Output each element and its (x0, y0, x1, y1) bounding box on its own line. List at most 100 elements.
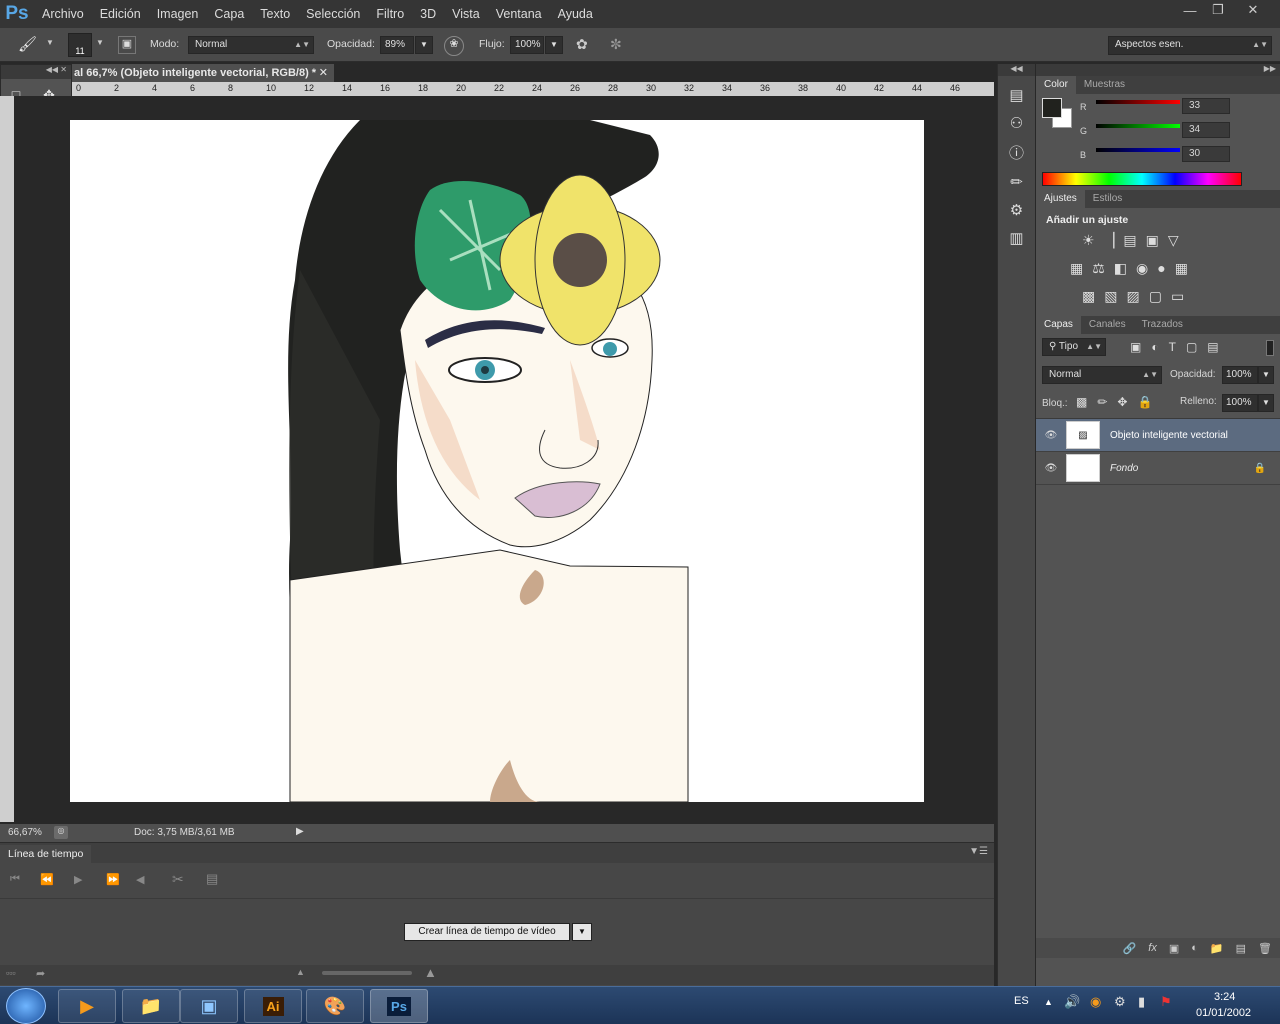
b-value[interactable]: 30 (1182, 146, 1230, 162)
layer-row-smart-object[interactable]: 👁 ▨ Objeto inteligente vectorial (1036, 419, 1280, 452)
visibility-eye-icon[interactable]: 👁 (1036, 430, 1066, 441)
start-button[interactable] (6, 988, 46, 1024)
tab-adjustments[interactable]: Ajustes (1036, 190, 1085, 208)
lock-position-icon[interactable]: ✥ (1117, 395, 1127, 409)
add-mask-icon[interactable]: ▣ (1169, 942, 1179, 955)
brush-settings-icon[interactable]: ⚙ (1010, 201, 1023, 219)
layer-opacity-dropdown[interactable]: ▼ (1258, 366, 1274, 384)
document-canvas[interactable] (70, 120, 924, 802)
collapse-icon[interactable]: ◀◀ (998, 64, 1035, 76)
threshold-icon[interactable]: ▨ (1126, 288, 1139, 305)
info-icon[interactable]: ⓘ (1009, 142, 1024, 163)
curves-icon[interactable]: ▤ (1123, 232, 1136, 249)
delete-layer-icon[interactable]: 🗑 (1258, 942, 1272, 955)
lock-all-icon[interactable]: 🔒 (1137, 395, 1152, 409)
filter-toggle[interactable] (1266, 340, 1274, 356)
menu-item[interactable]: Capa (206, 0, 252, 28)
audio-icon[interactable]: ◀ (136, 873, 144, 886)
layer-style-icon[interactable]: fx (1148, 942, 1157, 954)
lock-transparent-icon[interactable]: ▩ (1076, 395, 1087, 409)
menu-item[interactable]: Archivo (34, 0, 92, 28)
photoshop-taskbar-icon[interactable]: Ps (370, 989, 428, 1023)
photo-viewer-icon[interactable]: ▣ (180, 989, 238, 1023)
gradient-map-icon[interactable]: ▭ (1171, 288, 1184, 305)
previous-frame-icon[interactable]: ⏪ (40, 873, 54, 886)
tab-color[interactable]: Color (1036, 76, 1076, 94)
properties-icon[interactable]: ⚇ (1010, 114, 1023, 132)
create-video-timeline-button[interactable]: Crear línea de tiempo de vídeo (404, 923, 570, 941)
go-to-first-frame-icon[interactable]: ⏮ (10, 873, 20, 886)
exposure-icon[interactable]: ▣ (1146, 232, 1159, 249)
status-menu-arrow-icon[interactable]: ▶ (296, 826, 304, 837)
document-tab[interactable]: al 66,7% (Objeto inteligente vectorial, … (72, 64, 334, 82)
timeline-tab[interactable]: Línea de tiempo (0, 845, 92, 863)
hue-icon[interactable]: ▦ (1070, 260, 1083, 277)
filter-type-icon[interactable]: T (1169, 340, 1176, 354)
menu-item[interactable]: Edición (92, 0, 149, 28)
transition-icon[interactable]: ▤ (206, 871, 218, 887)
play-icon[interactable]: ▶ (74, 873, 82, 886)
show-hidden-icons[interactable]: ▲ (1044, 997, 1053, 1007)
invert-icon[interactable]: ▩ (1082, 288, 1095, 305)
visibility-eye-icon[interactable]: 👁 (1036, 463, 1066, 474)
color-lookup-icon[interactable]: ▦ (1175, 260, 1188, 277)
tools-panel-header[interactable]: ◀◀ ✕ (1, 65, 71, 79)
mode-select[interactable]: Normal ▲▼ (188, 36, 314, 54)
pressure-size-icon[interactable]: ✼ (610, 36, 628, 54)
menu-item[interactable]: Filtro (368, 0, 412, 28)
language-indicator[interactable]: ES (1014, 995, 1029, 1007)
clock-time[interactable]: 3:24 (1214, 991, 1235, 1003)
tray-app-icon[interactable]: ◉ (1090, 994, 1101, 1010)
brush-panel-icon[interactable]: ▣ (118, 36, 136, 54)
filter-shape-icon[interactable]: ▢ (1186, 340, 1197, 354)
black-white-icon[interactable]: ◧ (1114, 260, 1127, 277)
brush-presets-icon[interactable]: ✏ (1010, 173, 1023, 191)
g-value[interactable]: 34 (1182, 122, 1230, 138)
color-balance-icon[interactable]: ⚖ (1092, 260, 1105, 277)
network-icon[interactable]: ▮ (1138, 994, 1145, 1010)
fill-dropdown[interactable]: ▼ (1258, 394, 1274, 412)
layer-name[interactable]: Objeto inteligente vectorial (1110, 430, 1228, 441)
next-frame-icon[interactable]: ⏩ (106, 873, 120, 886)
brightness-icon[interactable]: ☀ (1082, 232, 1095, 249)
workspace-select[interactable]: Aspectos esen. ▲▼ (1108, 36, 1272, 55)
layer-name[interactable]: Fondo (1110, 463, 1138, 474)
tab-layers[interactable]: Capas (1036, 316, 1081, 334)
menu-item[interactable]: Ayuda (550, 0, 601, 28)
vibrance-icon[interactable]: ▽ (1168, 232, 1179, 249)
paint-icon[interactable]: 🎨 (306, 989, 364, 1023)
action-center-icon[interactable]: ⚑ (1160, 994, 1172, 1010)
create-timeline-dropdown[interactable]: ▼ (572, 923, 592, 941)
zoom-in-icon[interactable]: ▲ (424, 965, 437, 980)
posterize-icon[interactable]: ▧ (1104, 288, 1117, 305)
r-value[interactable]: 33 (1182, 98, 1230, 114)
filter-smart-icon[interactable]: ▤ (1207, 340, 1218, 354)
brush-size-picker[interactable]: 11 (68, 33, 92, 57)
status-info-icon[interactable]: ◎ (54, 826, 68, 839)
selective-color-icon[interactable]: ▢ (1149, 288, 1162, 305)
tray-tool-icon[interactable]: ⚙ (1114, 994, 1126, 1010)
volume-icon[interactable]: 🔊 (1064, 994, 1080, 1010)
chevron-down-icon[interactable]: ▼ (46, 38, 54, 47)
opacity-field[interactable]: 89% (380, 36, 414, 54)
menu-item[interactable]: Imagen (149, 0, 207, 28)
fill-field[interactable]: 100% (1222, 394, 1258, 412)
photo-filter-icon[interactable]: ◉ (1136, 260, 1148, 277)
channel-mixer-icon[interactable]: ● (1157, 260, 1165, 277)
clone-source-icon[interactable]: ▥ (1009, 229, 1023, 247)
layer-row-background[interactable]: 👁 Fondo 🔒 (1036, 452, 1280, 485)
pressure-opacity-icon[interactable]: ❀ (444, 36, 464, 56)
tab-paths[interactable]: Trazados (1134, 316, 1191, 334)
layer-opacity-field[interactable]: 100% (1222, 366, 1258, 384)
minimize-button[interactable]: — (1176, 0, 1204, 20)
zoom-slider[interactable] (322, 971, 412, 975)
blend-mode-select[interactable]: Normal ▲▼ (1042, 366, 1162, 384)
scissors-icon[interactable]: ✂ (172, 871, 184, 888)
lock-pixels-icon[interactable]: ✏ (1097, 395, 1107, 409)
filter-pixel-icon[interactable]: ▣ (1130, 340, 1141, 354)
zoom-level[interactable]: 66,67% (8, 827, 42, 838)
layer-filter-select[interactable]: ⚲ Tipo ▲▼ (1042, 338, 1106, 356)
menu-item[interactable]: Vista (444, 0, 488, 28)
menu-item[interactable]: Ventana (488, 0, 550, 28)
zoom-out-icon[interactable]: ▲ (296, 967, 305, 977)
